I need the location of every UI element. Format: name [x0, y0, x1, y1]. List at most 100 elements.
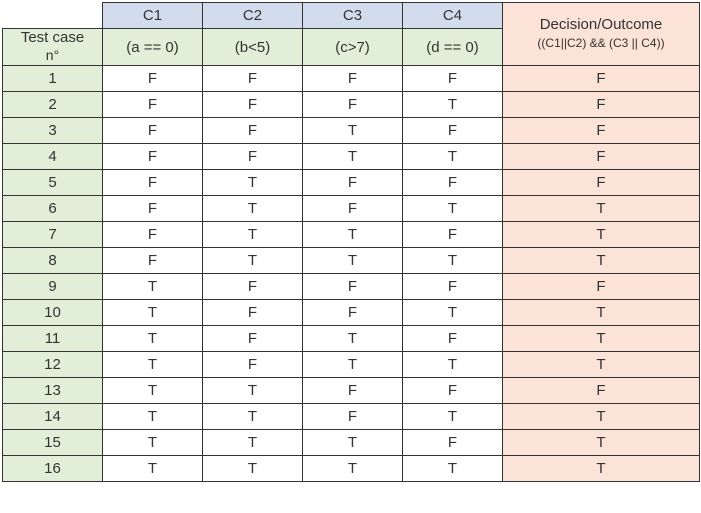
- testcase-number: 3: [3, 118, 103, 144]
- table-row: 11TFTFT: [3, 326, 700, 352]
- condition-cell: F: [303, 404, 403, 430]
- testcase-number: 15: [3, 430, 103, 456]
- condition-cell: T: [403, 300, 503, 326]
- condition-cell: F: [303, 170, 403, 196]
- table-row: 7FTTFT: [3, 222, 700, 248]
- condition-cell: T: [303, 456, 403, 482]
- condition-cell: F: [403, 378, 503, 404]
- outcome-cell: F: [503, 378, 700, 404]
- condition-cell: T: [203, 196, 303, 222]
- condition-cell: F: [203, 144, 303, 170]
- table-row: 6FTFTT: [3, 196, 700, 222]
- condition-cell: F: [403, 118, 503, 144]
- condition-cell: F: [403, 430, 503, 456]
- testcase-number: 2: [3, 92, 103, 118]
- header-testcase: Test case n°: [3, 29, 103, 66]
- condition-cell: F: [103, 118, 203, 144]
- condition-cell: F: [203, 300, 303, 326]
- header-c2-name: C2: [203, 3, 303, 29]
- header-blank: [3, 3, 103, 29]
- condition-cell: T: [403, 456, 503, 482]
- condition-cell: T: [203, 378, 303, 404]
- testcase-number: 14: [3, 404, 103, 430]
- testcase-number: 6: [3, 196, 103, 222]
- condition-cell: T: [303, 352, 403, 378]
- condition-cell: F: [203, 326, 303, 352]
- header-outcome-expr: ((C1||C2) && (C3 || C4)): [537, 36, 664, 50]
- table-row: 14TTFTT: [3, 404, 700, 430]
- header-c4-expr: (d == 0): [403, 29, 503, 66]
- condition-cell: T: [403, 404, 503, 430]
- truth-table: C1 C2 C3 C4 Decision/Outcome ((C1||C2) &…: [2, 2, 700, 482]
- condition-cell: T: [103, 404, 203, 430]
- table-row: 16TTTTT: [3, 456, 700, 482]
- condition-cell: F: [303, 300, 403, 326]
- condition-cell: F: [203, 352, 303, 378]
- condition-cell: T: [403, 352, 503, 378]
- testcase-number: 5: [3, 170, 103, 196]
- table-row: 8FTTTT: [3, 248, 700, 274]
- table-row: 10TFFTT: [3, 300, 700, 326]
- condition-cell: F: [303, 274, 403, 300]
- condition-cell: F: [103, 248, 203, 274]
- condition-cell: F: [103, 222, 203, 248]
- condition-cell: T: [103, 430, 203, 456]
- condition-cell: F: [203, 92, 303, 118]
- testcase-number: 4: [3, 144, 103, 170]
- condition-cell: F: [303, 92, 403, 118]
- outcome-cell: T: [503, 430, 700, 456]
- table-body: 1FFFFF2FFFTF3FFTFF4FFTTF5FTFFF6FTFTT7FTT…: [3, 66, 700, 482]
- condition-cell: T: [303, 144, 403, 170]
- table-row: 13TTFFF: [3, 378, 700, 404]
- table-row: 5FTFFF: [3, 170, 700, 196]
- condition-cell: T: [203, 222, 303, 248]
- condition-cell: T: [203, 170, 303, 196]
- table-row: 2FFFTF: [3, 92, 700, 118]
- outcome-cell: T: [503, 222, 700, 248]
- condition-cell: F: [403, 274, 503, 300]
- header-c4-name: C4: [403, 3, 503, 29]
- header-c3-expr: (c>7): [303, 29, 403, 66]
- testcase-number: 10: [3, 300, 103, 326]
- condition-cell: T: [403, 144, 503, 170]
- condition-cell: F: [103, 92, 203, 118]
- testcase-number: 11: [3, 326, 103, 352]
- testcase-number: 9: [3, 274, 103, 300]
- condition-cell: T: [103, 352, 203, 378]
- condition-cell: T: [303, 248, 403, 274]
- outcome-cell: F: [503, 92, 700, 118]
- condition-cell: F: [403, 222, 503, 248]
- outcome-cell: F: [503, 118, 700, 144]
- header-c3-name: C3: [303, 3, 403, 29]
- outcome-cell: F: [503, 66, 700, 92]
- condition-cell: F: [103, 66, 203, 92]
- condition-cell: T: [103, 274, 203, 300]
- testcase-number: 8: [3, 248, 103, 274]
- testcase-number: 12: [3, 352, 103, 378]
- header-outcome-label: Decision/Outcome: [540, 16, 663, 33]
- condition-cell: T: [203, 404, 303, 430]
- condition-cell: F: [303, 196, 403, 222]
- testcase-number: 16: [3, 456, 103, 482]
- condition-cell: F: [103, 196, 203, 222]
- condition-cell: F: [403, 326, 503, 352]
- condition-cell: T: [103, 326, 203, 352]
- condition-cell: F: [203, 274, 303, 300]
- table-row: 4FFTTF: [3, 144, 700, 170]
- header-c1-name: C1: [103, 3, 203, 29]
- outcome-cell: F: [503, 144, 700, 170]
- condition-cell: F: [403, 66, 503, 92]
- condition-cell: F: [203, 118, 303, 144]
- table-row: 12TFTTT: [3, 352, 700, 378]
- condition-cell: T: [203, 248, 303, 274]
- condition-cell: T: [303, 222, 403, 248]
- condition-cell: F: [103, 170, 203, 196]
- condition-cell: T: [303, 326, 403, 352]
- header-testcase-sub: n°: [46, 47, 59, 63]
- condition-cell: F: [303, 66, 403, 92]
- outcome-cell: T: [503, 352, 700, 378]
- header-c1-expr: (a == 0): [103, 29, 203, 66]
- header-outcome: Decision/Outcome ((C1||C2) && (C3 || C4)…: [503, 3, 700, 66]
- condition-cell: T: [403, 196, 503, 222]
- header-c2-expr: (b<5): [203, 29, 303, 66]
